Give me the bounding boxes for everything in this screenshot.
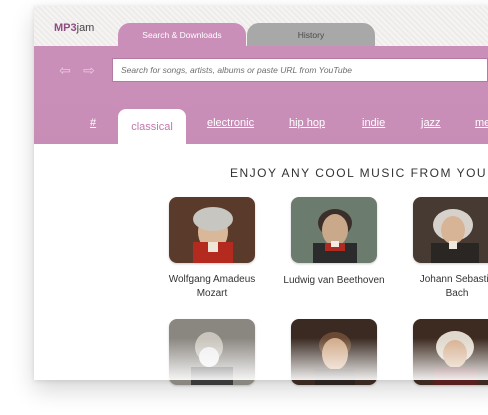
artist-name-line1: Johann Sebastia [419, 274, 488, 285]
back-arrow-icon[interactable]: ⇦ [57, 62, 73, 78]
genre-classical[interactable]: classical [118, 109, 186, 146]
artist-name-line2: Mozart [196, 288, 228, 299]
genre-hip-hop[interactable]: hip hop [289, 117, 325, 129]
genre-metal[interactable]: me [475, 117, 488, 129]
artist-card-mozart[interactable] [169, 197, 255, 263]
app-logo: MP3jam [54, 22, 94, 34]
artist-name-line1: Wolfgang Amadeus [168, 274, 256, 285]
chopin-portrait-image [291, 319, 377, 385]
artist-card-tchaikovsky[interactable] [169, 319, 255, 385]
logo-prefix: MP3 [54, 22, 77, 34]
artist-name-mozart[interactable]: Wolfgang Amadeus Mozart [158, 273, 266, 301]
mozart-portrait-image [169, 197, 255, 263]
artist-card-beethoven[interactable] [291, 197, 377, 263]
forward-arrow-icon[interactable]: ⇨ [81, 62, 97, 78]
artist-name-beethoven[interactable]: Ludwig van Beethoven [278, 274, 390, 288]
tab-search-downloads[interactable]: Search & Downloads [118, 23, 246, 46]
beethoven-portrait-image [291, 197, 377, 263]
genre-bar [34, 96, 488, 144]
tab-history[interactable]: History [247, 23, 375, 46]
genre-indie[interactable]: indie [362, 117, 385, 129]
artist-card-chopin[interactable] [291, 319, 377, 385]
artist-name-line2: Bach [445, 288, 469, 299]
genre-jazz[interactable]: jazz [421, 117, 441, 129]
genre-electronic[interactable]: electronic [207, 117, 254, 129]
vivaldi-portrait-image [413, 319, 488, 385]
tchaikovsky-portrait-image [169, 319, 255, 385]
page-headline: ENJOY ANY COOL MUSIC FROM YOU [230, 166, 488, 180]
artist-name-bach[interactable]: Johann Sebastia Bach [410, 273, 488, 301]
search-input[interactable] [112, 58, 488, 82]
artist-card-bach[interactable] [413, 197, 488, 263]
bach-portrait-image [413, 197, 488, 263]
artist-card-vivaldi[interactable] [413, 319, 488, 385]
genre-hash[interactable]: # [90, 117, 96, 129]
logo-suffix: jam [76, 22, 95, 34]
